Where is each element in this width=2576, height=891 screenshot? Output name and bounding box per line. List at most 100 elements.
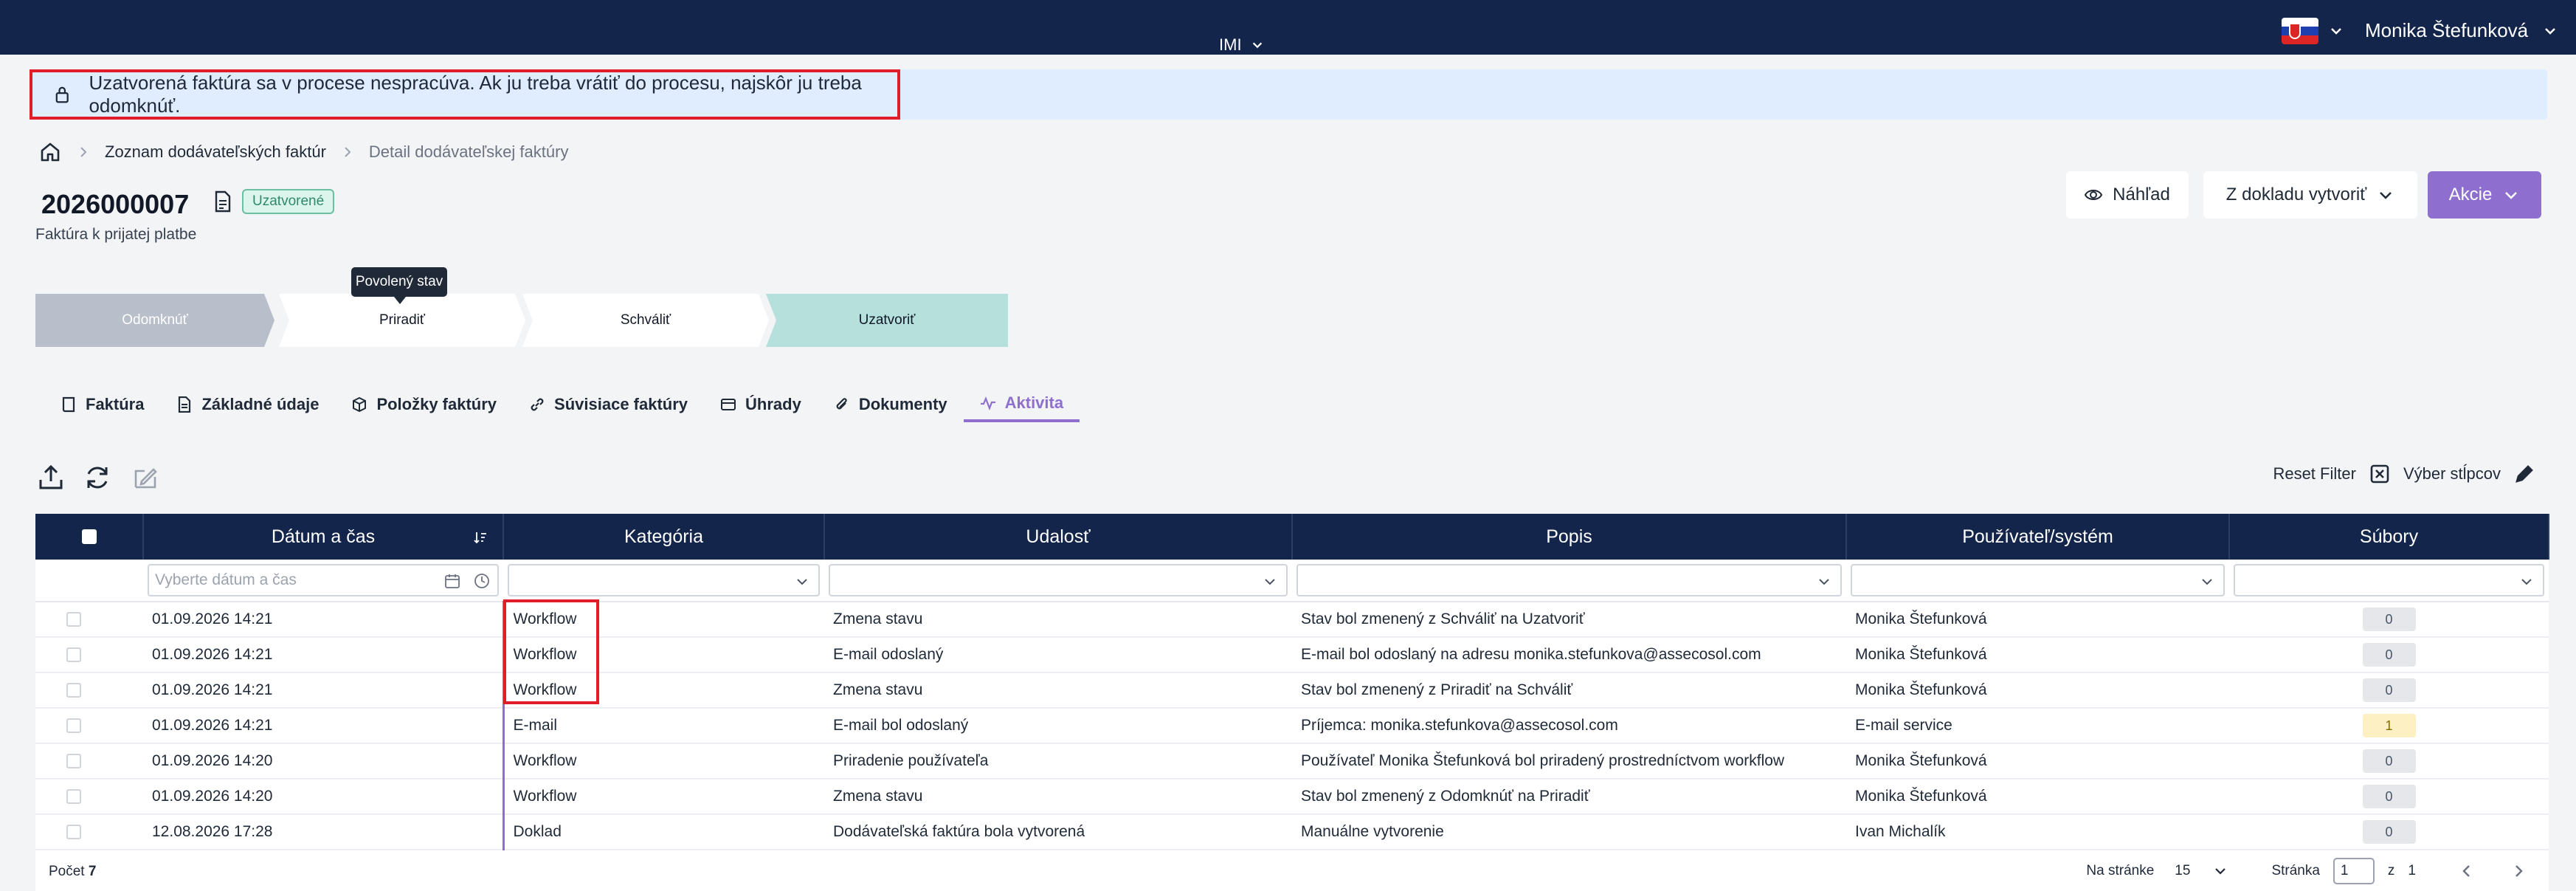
table-row[interactable]: 01.09.2026 14:21 Workflow E-mail odoslaný E…: [35, 637, 2549, 673]
step-unlock[interactable]: Odomknúť: [35, 294, 274, 347]
table-row[interactable]: 01.09.2026 14:21 E-mail E-mail bol odoslan…: [35, 708, 2549, 744]
description-cell: Stav bol zmenený z Odomknúť na Priradiť: [1292, 779, 1846, 815]
table-row[interactable]: 01.09.2026 14:21 Workflow Zmena stavu Stav …: [35, 602, 2549, 638]
tab-invoice-items[interactable]: Položky faktúry: [335, 387, 513, 422]
date-cell: 01.09.2026 14:21: [143, 672, 503, 709]
column-date[interactable]: Dátum a čas: [143, 514, 504, 560]
breadcrumb-invoice-list[interactable]: Zoznam dodávateľských faktúr: [105, 142, 326, 162]
row-checkbox[interactable]: [66, 718, 81, 733]
files-cell: 0: [2229, 814, 2549, 850]
files-cell: 0: [2229, 672, 2549, 709]
pencil-icon[interactable]: [2514, 464, 2535, 484]
tab-invoice[interactable]: Faktúra: [44, 387, 160, 422]
files-count-badge[interactable]: 0: [2362, 678, 2416, 702]
tab-label: Základné údaje: [201, 395, 320, 413]
user-menu[interactable]: Monika Štefunková: [2365, 19, 2558, 42]
tab-related-invoices[interactable]: Súvisiace faktúry: [513, 387, 704, 422]
page-input[interactable]: 1: [2332, 858, 2375, 884]
table-row[interactable]: 01.09.2026 14:20 Workflow Priradenie použí…: [35, 743, 2549, 780]
edit-icon[interactable]: [131, 464, 159, 492]
clear-filter-icon[interactable]: [2369, 464, 2390, 484]
chevron-down-icon: [2380, 192, 2392, 199]
actions-button[interactable]: Akcie: [2428, 171, 2541, 219]
sort-icon[interactable]: [473, 530, 488, 545]
table-row[interactable]: 01.09.2026 14:21 Workflow Zmena stavu Stav …: [35, 672, 2549, 709]
category-filter-select[interactable]: [508, 564, 820, 596]
files-count-badge[interactable]: 1: [2362, 714, 2416, 737]
filter-description-cell: [1292, 560, 1846, 602]
document-icon[interactable]: [214, 190, 232, 213]
create-from-document-label: Z dokladu vytvoriť: [2225, 185, 2367, 204]
files-count-badge[interactable]: 0: [2362, 643, 2416, 667]
event-cell: E-mail odoslaný: [824, 637, 1292, 673]
chevron-down-icon: [1265, 579, 1275, 585]
row-checkbox[interactable]: [66, 789, 81, 804]
column-select-button[interactable]: Výber stĺpcov: [2403, 464, 2501, 484]
actions-label: Akcie: [2448, 185, 2493, 204]
table-row[interactable]: 01.09.2026 14:20 Workflow Zmena stavu Stav …: [35, 779, 2549, 815]
category-cell: Workflow: [502, 779, 824, 815]
user-filter-select[interactable]: [1851, 564, 2225, 596]
step-approve[interactable]: Schváliť: [522, 294, 769, 347]
column-files[interactable]: Súbory: [2229, 514, 2549, 560]
column-event[interactable]: Udalosť: [824, 514, 1293, 560]
preview-button[interactable]: Náhľad: [2066, 171, 2189, 219]
chevron-down-icon: [2202, 579, 2212, 585]
files-count-badge[interactable]: 0: [2362, 785, 2416, 808]
row-select-cell: [35, 743, 143, 780]
files-filter-select[interactable]: [2234, 564, 2544, 596]
chevron-right-icon[interactable]: [2510, 863, 2527, 879]
create-from-document-button[interactable]: Z dokladu vytvoriť: [2203, 171, 2417, 219]
total-pages: 1: [2408, 863, 2416, 878]
tab-basic-data[interactable]: Základné údaje: [160, 387, 335, 422]
top-bar: IMI Monika Štefunková: [0, 0, 2576, 55]
tab-label: Súvisiace faktúry: [554, 395, 688, 413]
files-cell: 0: [2229, 637, 2549, 673]
tab-activity[interactable]: Aktivita: [963, 387, 1080, 422]
files-count-badge[interactable]: 0: [2362, 820, 2416, 844]
export-icon[interactable]: [37, 464, 65, 492]
column-category[interactable]: Kategória: [503, 514, 825, 560]
files-count-badge[interactable]: 0: [2362, 749, 2416, 773]
user-cell: Monika Štefunková: [1846, 743, 2229, 780]
home-icon[interactable]: [38, 140, 62, 164]
date-cell: 01.09.2026 14:21: [143, 602, 503, 638]
row-checkbox[interactable]: [66, 647, 81, 662]
description-cell: E-mail bol odoslaný na adresu monika.ste…: [1292, 637, 1846, 673]
breadcrumb: Zoznam dodávateľských faktúr Detail dodá…: [38, 140, 568, 164]
chevron-left-icon[interactable]: [2459, 863, 2475, 879]
reset-filter-button[interactable]: Reset Filter: [2273, 464, 2355, 484]
event-cell: Zmena stavu: [824, 779, 1292, 815]
clock-icon[interactable]: [474, 573, 490, 589]
row-checkbox[interactable]: [66, 683, 81, 698]
row-checkbox[interactable]: [66, 754, 81, 768]
category-cell: E-mail: [502, 708, 824, 744]
description-filter-select[interactable]: [1296, 564, 1842, 596]
tab-documents[interactable]: Dokumenty: [818, 387, 964, 422]
column-user[interactable]: Používateľ/systém: [1846, 514, 2230, 560]
book-icon: [62, 396, 75, 413]
column-description[interactable]: Popis: [1292, 514, 1847, 560]
category-highlight: [503, 599, 599, 704]
row-checkbox[interactable]: [66, 612, 81, 627]
refresh-icon[interactable]: [83, 464, 111, 492]
per-page-select[interactable]: 15: [2167, 863, 2236, 879]
box-icon: [353, 396, 367, 413]
select-all-checkbox[interactable]: [81, 529, 97, 544]
language-selector[interactable]: [2282, 18, 2344, 44]
tab-payments[interactable]: Úhrady: [704, 387, 818, 422]
alert-message: Uzatvorená faktúra sa v procese nespracú…: [89, 72, 862, 117]
row-checkbox[interactable]: [66, 825, 81, 839]
date-filter-input[interactable]: Vyberte dátum a čas: [148, 564, 499, 596]
files-cell: 1: [2229, 708, 2549, 744]
calendar-icon[interactable]: [444, 573, 460, 589]
files-count-badge[interactable]: 0: [2362, 608, 2416, 631]
eye-icon: [2085, 190, 2103, 200]
category-cell: Workflow: [502, 743, 824, 780]
chevron-right-icon: [80, 147, 87, 157]
table-row[interactable]: 12.08.2026 17:28 Doklad Dodávateľská faktú…: [35, 814, 2549, 850]
document-icon: [179, 396, 191, 413]
organization-selector[interactable]: IMI: [1219, 35, 1264, 55]
event-filter-select[interactable]: [829, 564, 1288, 596]
description-cell: Stav bol zmenený z Priradiť na Schváliť: [1292, 672, 1846, 709]
